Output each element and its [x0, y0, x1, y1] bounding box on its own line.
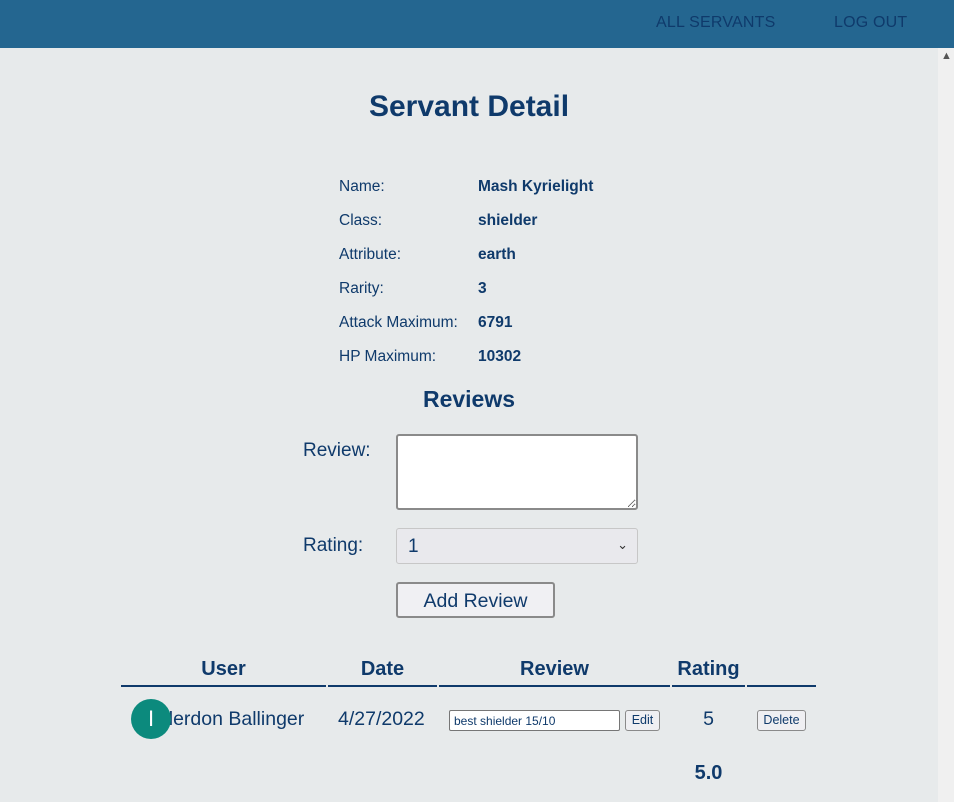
- detail-value-rarity: 3: [478, 280, 487, 297]
- chevron-up-icon[interactable]: ▲: [941, 50, 952, 62]
- edit-review-button[interactable]: Edit: [625, 710, 660, 731]
- page-title: Servant Detail: [368, 90, 570, 123]
- average-rating: 5.0: [694, 762, 723, 784]
- chevron-down-icon: ⌄: [617, 537, 628, 552]
- add-review-button[interactable]: Add Review: [396, 582, 555, 618]
- column-header-rating: Rating: [672, 658, 745, 687]
- rating-select-value: 1: [408, 536, 419, 557]
- review-rating: 5: [703, 708, 714, 730]
- review-date: 4/27/2022: [338, 708, 425, 730]
- column-header-actions: [747, 658, 816, 687]
- column-header-date: Date: [328, 658, 437, 687]
- detail-label-attack-maximum: Attack Maximum:: [339, 314, 458, 331]
- column-header-review: Review: [439, 658, 670, 687]
- detail-value-class: shielder: [478, 212, 538, 229]
- vertical-scrollbar[interactable]: ▲: [938, 48, 954, 802]
- nav-all-servants-link[interactable]: ALL SERVANTS: [656, 14, 776, 32]
- delete-review-button[interactable]: Delete: [757, 710, 806, 731]
- detail-value-hp-maximum: 10302: [478, 348, 522, 365]
- detail-value-attribute: earth: [478, 246, 516, 263]
- detail-value-name: Mash Kyrielight: [478, 178, 594, 195]
- review-user-name: Illerdon Ballinger: [159, 708, 305, 730]
- reviews-heading: Reviews: [422, 386, 516, 412]
- top-navbar: ALL SERVANTS LOG OUT: [0, 0, 954, 48]
- avatar: I: [131, 699, 171, 739]
- detail-label-attribute: Attribute:: [339, 246, 402, 263]
- review-field-label: Review:: [303, 440, 371, 461]
- review-textarea[interactable]: [396, 434, 638, 510]
- detail-value-attack-maximum: 6791: [478, 314, 513, 331]
- column-header-user: User: [121, 658, 326, 687]
- detail-label-class: Class:: [339, 212, 383, 229]
- detail-label-hp-maximum: HP Maximum:: [339, 348, 437, 365]
- nav-log-out-link[interactable]: LOG OUT: [834, 14, 907, 32]
- detail-label-name: Name:: [339, 178, 385, 195]
- rating-select[interactable]: 1 ⌄: [396, 528, 638, 564]
- detail-label-rarity: Rarity:: [339, 280, 384, 297]
- rating-field-label: Rating:: [303, 535, 364, 556]
- review-text-input[interactable]: best shielder 15/10: [449, 710, 620, 731]
